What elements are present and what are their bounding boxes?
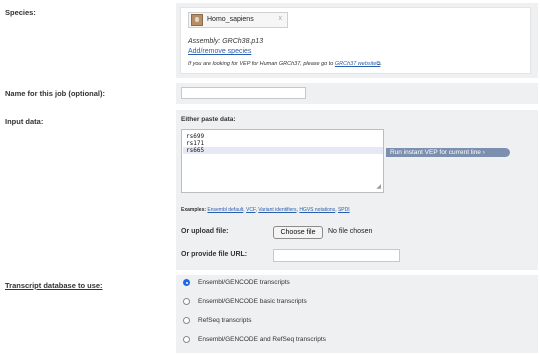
assembly-text: Assembly: GRCh38.p13	[188, 38, 264, 45]
transcript-option-merged[interactable]: Ensembl/GENCODE and RefSeq transcripts	[176, 332, 538, 349]
choose-file-button[interactable]: Choose file	[273, 226, 323, 239]
job-name-input[interactable]	[181, 87, 306, 99]
paste-line: rs171	[186, 140, 205, 147]
paste-line: rs699	[186, 133, 205, 140]
species-box: Homo_sapiens x Assembly: GRCh38.p13 Add/…	[180, 7, 531, 74]
paste-line: rs665	[186, 147, 205, 154]
option-label: Ensembl/GENCODE transcripts	[198, 279, 290, 286]
transcript-option-ensembl-basic[interactable]: Ensembl/GENCODE basic transcripts	[176, 294, 538, 311]
species-panel: Homo_sapiens x Assembly: GRCh38.p13 Add/…	[176, 3, 538, 78]
example-vcf-link[interactable]: VCF	[246, 207, 255, 213]
species-label: Species:	[5, 8, 36, 17]
grch37-note: If you are looking for VEP for Human GRC…	[188, 61, 382, 68]
no-file-chosen-text: No file chosen	[328, 228, 373, 235]
example-spdi-link[interactable]: SPDI	[338, 207, 350, 213]
vep-form: Species: Homo_sapiens x Assembly: GRCh38…	[0, 0, 540, 355]
file-url-label: Or provide file URL:	[181, 251, 248, 258]
close-icon[interactable]: x	[279, 15, 283, 22]
transcript-db-panel: Ensembl/GENCODE transcripts Ensembl/GENC…	[176, 275, 538, 353]
transcript-option-refseq[interactable]: RefSeq transcripts	[176, 313, 538, 330]
input-data-panel: Either paste data: rs699 rs171 rs665 ◢ E…	[176, 110, 538, 270]
paste-data-textarea[interactable]: rs699 rs171 rs665 ◢	[181, 129, 384, 193]
example-ensembl-default-link[interactable]: Ensembl default	[207, 207, 243, 213]
option-label: Ensembl/GENCODE and RefSeq transcripts	[198, 336, 326, 343]
transcript-option-ensembl[interactable]: Ensembl/GENCODE transcripts	[176, 275, 538, 292]
radio-ensembl[interactable]	[183, 279, 190, 286]
species-chip[interactable]: Homo_sapiens x	[188, 12, 288, 28]
input-data-label: Input data:	[5, 117, 44, 126]
radio-merged[interactable]	[183, 336, 190, 343]
run-instant-vep-button[interactable]: Run instant VEP for current line ›	[386, 148, 510, 157]
either-paste-label: Either paste data:	[181, 116, 236, 123]
grch37-website-link[interactable]: GRCh37 website⧉	[335, 61, 381, 67]
species-thumbnail-icon	[191, 14, 203, 26]
examples-label: Examples:	[181, 207, 207, 213]
example-hgvs-link[interactable]: HGVS notations	[299, 207, 335, 213]
option-label: Ensembl/GENCODE basic transcripts	[198, 298, 307, 305]
radio-refseq[interactable]	[183, 317, 190, 324]
examples-line: Examples: Ensembl default, VCF, Variant …	[181, 207, 350, 213]
radio-ensembl-basic[interactable]	[183, 298, 190, 305]
example-variant-identifiers-link[interactable]: Variant identifiers	[258, 207, 296, 213]
resize-grip-icon[interactable]: ◢	[376, 183, 381, 190]
current-line-highlight	[183, 147, 383, 154]
grch37-note-suffix: .	[380, 61, 382, 67]
transcript-db-label: Transcript database to use:	[5, 281, 103, 290]
species-chip-name: Homo_sapiens	[207, 16, 254, 23]
grch37-note-prefix: If you are looking for VEP for Human GRC…	[188, 61, 335, 67]
file-url-input[interactable]	[273, 249, 400, 262]
upload-file-label: Or upload file:	[181, 228, 229, 235]
add-remove-species-link[interactable]: Add/remove species	[188, 48, 251, 55]
job-name-label: Name for this job (optional):	[5, 89, 105, 98]
grch37-link-text: GRCh37 website	[334, 61, 377, 67]
job-name-panel	[176, 83, 538, 104]
option-label: RefSeq transcripts	[198, 317, 252, 324]
